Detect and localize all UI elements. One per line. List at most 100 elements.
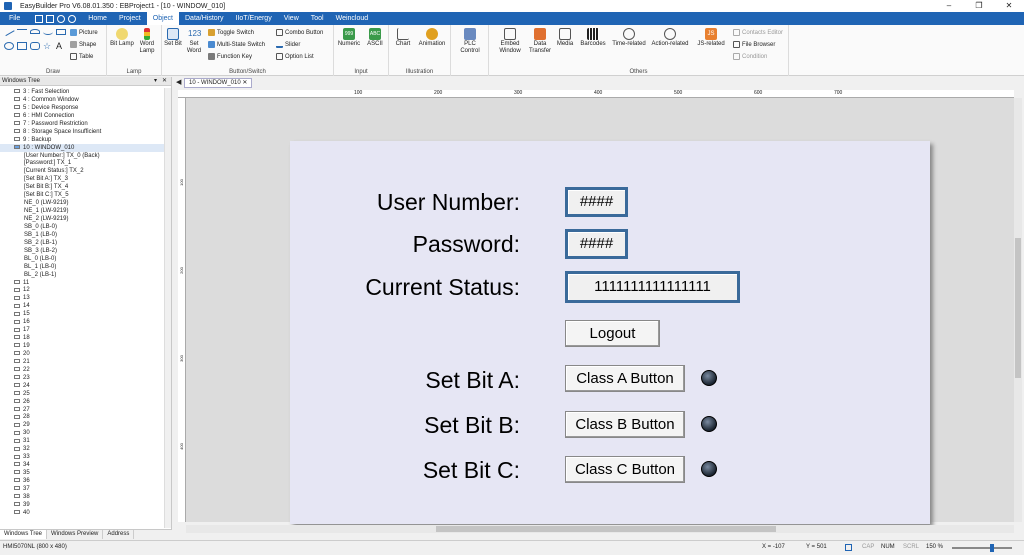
pin-icon[interactable]: ▾: [154, 77, 157, 86]
tree-item[interactable]: 14: [0, 302, 165, 310]
tree-item[interactable]: 22: [0, 366, 165, 374]
set-bit-button[interactable]: Set Bit: [164, 28, 182, 48]
tree-item[interactable]: 32: [0, 445, 165, 453]
js-related-button[interactable]: JS JS-related: [693, 28, 729, 48]
tab-scroll-left-icon[interactable]: ◀: [176, 78, 181, 86]
canvas-horizontal-scrollbar[interactable]: [186, 525, 1014, 533]
tree-item[interactable]: BL_0 (LB-0): [0, 255, 165, 263]
menu-tab-tool[interactable]: Tool: [305, 12, 330, 25]
tree-item[interactable]: 25: [0, 390, 165, 398]
tree-item[interactable]: [Set Bit C:] TX_5: [0, 191, 165, 199]
bit-lamp-c-icon[interactable]: [701, 461, 717, 477]
tree-item[interactable]: 16: [0, 318, 165, 326]
undo-icon[interactable]: [57, 14, 66, 23]
tree-item[interactable]: 29: [0, 421, 165, 429]
tree-item[interactable]: [User Number:] TX_0 (Back): [0, 152, 165, 160]
tree-item[interactable]: 39: [0, 501, 165, 509]
menu-tab-home[interactable]: Home: [82, 12, 113, 25]
canvas-vertical-scrollbar[interactable]: [1014, 98, 1022, 522]
set-word-button[interactable]: 123 Set Word: [184, 28, 204, 55]
tree-item[interactable]: 8 : Storage Space Insufficient: [0, 128, 165, 136]
draw-tools[interactable]: ☆ A: [3, 26, 66, 54]
tree-item[interactable]: 35: [0, 469, 165, 477]
tree-item[interactable]: NE_2 (LW-9219): [0, 215, 165, 223]
text-icon[interactable]: A: [56, 41, 66, 54]
vscroll-thumb[interactable]: [1015, 238, 1021, 378]
tree-item[interactable]: 13: [0, 294, 165, 302]
tree-item[interactable]: 34: [0, 461, 165, 469]
tree-item[interactable]: 40: [0, 509, 165, 517]
tree-item[interactable]: BL_1 (LB-0): [0, 263, 165, 271]
menu-tab-file[interactable]: File: [0, 12, 29, 25]
tab-windows-tree[interactable]: Windows Tree: [0, 530, 48, 539]
tree-item[interactable]: 15: [0, 310, 165, 318]
menu-tab-iiot-energy[interactable]: IIoT/Energy: [230, 12, 278, 25]
password-field[interactable]: ####: [565, 229, 628, 259]
tree-item[interactable]: 12: [0, 286, 165, 294]
barcodes-button[interactable]: Barcodes: [577, 28, 609, 48]
tree-item[interactable]: 20: [0, 350, 165, 358]
bit-lamp-b-icon[interactable]: [701, 416, 717, 432]
tree-item[interactable]: 4 : Common Window: [0, 96, 165, 104]
tree-item[interactable]: 11: [0, 279, 165, 287]
menu-tab-view[interactable]: View: [278, 12, 305, 25]
tree-item[interactable]: 33: [0, 453, 165, 461]
circle-icon[interactable]: [4, 41, 14, 50]
tree-item[interactable]: 28: [0, 413, 165, 421]
rectangle-icon[interactable]: [17, 41, 27, 50]
tab-close-icon[interactable]: ✕: [242, 80, 247, 86]
tree-item[interactable]: [Current Status:] TX_2: [0, 167, 165, 175]
minimize-button[interactable]: –: [934, 0, 964, 12]
embed-window-button[interactable]: Embed Window: [493, 28, 527, 55]
grid-icon[interactable]: [845, 544, 852, 551]
tree-item[interactable]: 26: [0, 398, 165, 406]
table-button[interactable]: Table: [70, 53, 93, 60]
tree-item[interactable]: BL_2 (LB-1): [0, 271, 165, 279]
picture-button[interactable]: Picture: [70, 29, 98, 36]
tree-item[interactable]: 3 : Fast Selection: [0, 88, 165, 96]
toggle-switch-button[interactable]: Toggle Switch: [208, 29, 254, 36]
function-key-button[interactable]: Function Key: [208, 53, 252, 60]
slider-button[interactable]: Slider: [276, 41, 300, 48]
document-tab[interactable]: 10 - WINDOW_010 ✕: [184, 78, 253, 88]
rounded-rect-icon[interactable]: [30, 41, 40, 50]
tree-item[interactable]: 36: [0, 477, 165, 485]
condition-button[interactable]: Condition: [733, 53, 767, 60]
current-status-field[interactable]: 1111111111111111: [565, 271, 740, 303]
tree-item[interactable]: 17: [0, 326, 165, 334]
class-c-button[interactable]: Class C Button: [565, 456, 685, 483]
menu-tab-project[interactable]: Project: [113, 12, 147, 25]
save-icon[interactable]: [35, 14, 44, 23]
time-related-button[interactable]: Time-related: [609, 28, 649, 48]
tree-item[interactable]: 23: [0, 374, 165, 382]
option-list-button[interactable]: Option List: [276, 53, 314, 60]
data-transfer-button[interactable]: Data Transfer: [527, 28, 553, 55]
tree-item[interactable]: 21: [0, 358, 165, 366]
media-button[interactable]: Media: [555, 28, 575, 48]
tree-item[interactable]: 27: [0, 406, 165, 414]
tree-item[interactable]: 18: [0, 334, 165, 342]
tree-item[interactable]: NE_1 (LW-9219): [0, 207, 165, 215]
star-icon[interactable]: ☆: [43, 41, 53, 54]
zoom-slider-thumb[interactable]: [990, 544, 994, 552]
line-icon[interactable]: [3, 26, 15, 37]
class-b-button[interactable]: Class B Button: [565, 411, 685, 438]
curve-icon[interactable]: [43, 29, 53, 35]
zoom-slider[interactable]: [952, 547, 1012, 549]
tab-address[interactable]: Address: [103, 530, 135, 539]
ascii-button[interactable]: ABC ASCII: [363, 28, 387, 48]
tree-item[interactable]: 10 : WINDOW_010: [0, 143, 165, 152]
logout-button[interactable]: Logout: [565, 320, 660, 347]
file-browser-button[interactable]: File Browser: [733, 41, 775, 48]
action-related-button[interactable]: Action-related: [649, 28, 691, 48]
menu-tab-object[interactable]: Object: [146, 12, 179, 25]
menu-tab-data-history[interactable]: Data/History: [179, 12, 230, 25]
tree-item[interactable]: 19: [0, 342, 165, 350]
numeric-button[interactable]: 999 Numeric: [336, 28, 362, 48]
tree-item[interactable]: 5 : Device Response: [0, 104, 165, 112]
menu-tab-weincloud[interactable]: Weincloud: [330, 12, 375, 25]
tree-item[interactable]: [Password:] TX_1: [0, 159, 165, 167]
tree-item[interactable]: 7 : Password Restriction: [0, 120, 165, 128]
panel-close-icon[interactable]: ✕: [162, 77, 167, 86]
combo-button-button[interactable]: Combo Button: [276, 29, 323, 36]
